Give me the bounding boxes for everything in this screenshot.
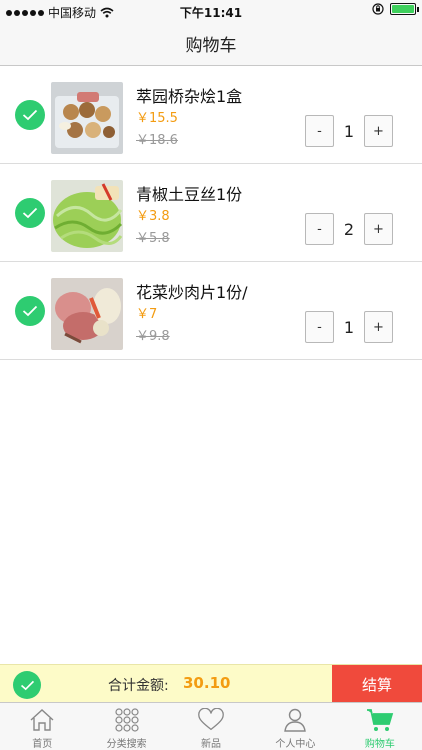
cart-item: 萃园桥杂烩1盒 ￥15.5 ￥18.6 - 1 + bbox=[0, 66, 422, 164]
nav-bar: 购物车 bbox=[0, 22, 422, 66]
tab-new-products[interactable]: 新品 bbox=[169, 703, 253, 750]
cart-item: 花菜炒肉片1份/ ￥7 ￥9.8 - 1 + bbox=[0, 262, 422, 360]
quantity-stepper: - 1 + bbox=[305, 115, 393, 147]
orientation-lock-icon bbox=[372, 3, 384, 15]
tab-label: 首页 bbox=[32, 739, 53, 750]
page-title: 购物车 bbox=[185, 36, 237, 56]
cart-icon bbox=[366, 707, 394, 733]
tab-label: 分类搜索 bbox=[106, 739, 147, 750]
tab-category-search[interactable]: 分类搜索 bbox=[84, 703, 168, 750]
grid-icon bbox=[113, 707, 141, 733]
decrease-quantity-button[interactable]: - bbox=[305, 311, 334, 343]
decrease-quantity-button[interactable]: - bbox=[305, 213, 334, 245]
product-image[interactable] bbox=[51, 180, 123, 252]
product-old-price: ￥9.8 bbox=[136, 329, 170, 344]
item-select-checkbox[interactable] bbox=[15, 296, 45, 326]
tab-home[interactable]: 首页 bbox=[0, 703, 84, 750]
checkmark-icon bbox=[22, 305, 38, 317]
product-name[interactable]: 萃园桥杂烩1盒 bbox=[136, 83, 242, 107]
product-name[interactable]: 青椒土豆丝1份 bbox=[136, 181, 242, 205]
item-select-checkbox[interactable] bbox=[15, 100, 45, 130]
checkout-button[interactable]: 结算 bbox=[332, 665, 422, 703]
product-name[interactable]: 花菜炒肉片1份/ bbox=[136, 279, 248, 303]
total-label: 合计金额: bbox=[108, 678, 169, 694]
select-all-checkbox[interactable] bbox=[13, 671, 41, 699]
quantity-stepper: - 1 + bbox=[305, 311, 393, 343]
product-image[interactable] bbox=[51, 82, 123, 154]
status-time: 下午11:41 bbox=[179, 6, 243, 20]
product-price: ￥15.5 bbox=[136, 111, 178, 126]
battery-icon bbox=[390, 3, 419, 15]
item-select-checkbox[interactable] bbox=[15, 198, 45, 228]
cart-list: 萃园桥杂烩1盒 ￥15.5 ￥18.6 - 1 + 青椒土豆丝1份 ￥3.8 ￥… bbox=[0, 66, 422, 360]
increase-quantity-button[interactable]: + bbox=[364, 115, 393, 147]
quantity-value: 1 bbox=[343, 121, 355, 141]
checkmark-icon bbox=[20, 680, 34, 690]
person-icon bbox=[281, 707, 309, 733]
increase-quantity-button[interactable]: + bbox=[364, 311, 393, 343]
checkmark-icon bbox=[22, 109, 38, 121]
quantity-value: 2 bbox=[343, 219, 355, 239]
total-bar: 合计金额: 30.10 结算 bbox=[0, 664, 422, 703]
tab-profile[interactable]: 个人中心 bbox=[253, 703, 337, 750]
product-old-price: ￥5.8 bbox=[136, 231, 170, 246]
status-bar: 中国移动 下午11:41 bbox=[0, 0, 422, 22]
quantity-stepper: - 2 + bbox=[305, 213, 393, 245]
cart-item: 青椒土豆丝1份 ￥3.8 ￥5.8 - 2 + bbox=[0, 164, 422, 262]
tab-label: 新品 bbox=[201, 739, 222, 750]
increase-quantity-button[interactable]: + bbox=[364, 213, 393, 245]
tab-label: 个人中心 bbox=[275, 739, 316, 750]
decrease-quantity-button[interactable]: - bbox=[305, 115, 334, 147]
tab-cart[interactable]: 购物车 bbox=[338, 703, 422, 750]
tab-bar: 首页 分类搜索 新品 个人中心 购物车 bbox=[0, 702, 422, 750]
product-old-price: ￥18.6 bbox=[136, 133, 178, 148]
status-right bbox=[372, 3, 419, 15]
checkmark-icon bbox=[22, 207, 38, 219]
total-amount: 30.10 bbox=[183, 674, 231, 692]
tab-label: 购物车 bbox=[364, 739, 395, 750]
product-price: ￥7 bbox=[136, 307, 158, 322]
heart-icon bbox=[197, 707, 225, 733]
quantity-value: 1 bbox=[343, 317, 355, 337]
product-price: ￥3.8 bbox=[136, 209, 170, 224]
home-icon bbox=[28, 707, 56, 733]
product-image[interactable] bbox=[51, 278, 123, 350]
